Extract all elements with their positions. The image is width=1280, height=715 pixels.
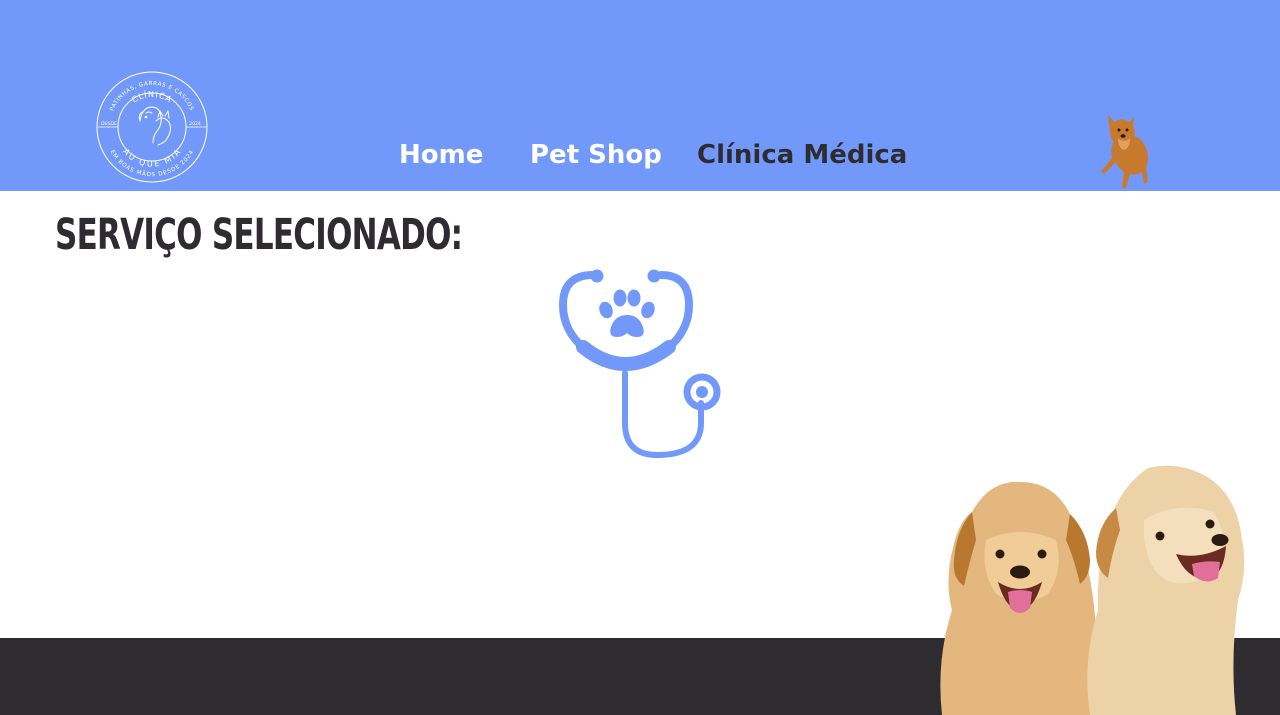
golden-puppies-image xyxy=(940,465,1245,715)
puppy-right xyxy=(1087,465,1245,715)
logo-name-top: CLÍNICA xyxy=(130,88,174,104)
logo-left-text: DESDE xyxy=(101,121,117,127)
logo-right-text: 2024 xyxy=(189,121,201,127)
nav-home-link[interactable]: Home xyxy=(399,135,483,175)
puppy-left xyxy=(940,481,1100,715)
main-nav: Home Pet Shop Clínica Médica xyxy=(0,135,1280,175)
running-dog-image xyxy=(1101,114,1148,188)
paw-icon xyxy=(599,289,655,337)
nav-petshop-link[interactable]: Pet Shop xyxy=(530,135,662,175)
nav-clinica-link[interactable]: Clínica Médica xyxy=(697,135,907,175)
site-header: PATINHAS, GARRAS E CASCOS CLÍNICA AU QUE… xyxy=(0,0,1280,191)
stethoscope-paw-icon[interactable] xyxy=(553,265,729,461)
page-title: SERVIÇO SELECIONADO: xyxy=(55,210,463,260)
